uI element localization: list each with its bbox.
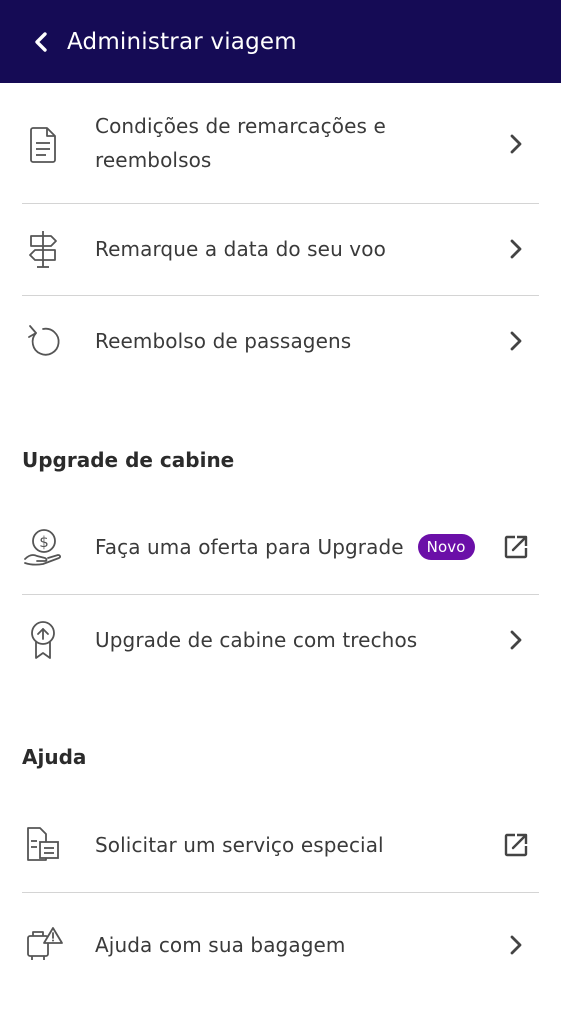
app-header: Administrar viagem bbox=[0, 0, 561, 83]
external-link-icon bbox=[501, 830, 531, 860]
divider bbox=[22, 594, 539, 595]
upgrade-ribbon-icon bbox=[22, 619, 64, 661]
back-button[interactable] bbox=[26, 27, 56, 57]
section-title-upgrade: Upgrade de cabine bbox=[22, 448, 235, 472]
list-item-label: Upgrade de cabine com trechos bbox=[95, 628, 418, 652]
special-service-icon bbox=[22, 824, 64, 866]
divider bbox=[22, 892, 539, 893]
list-item-label: Condições de remarcações e reembolsos bbox=[95, 114, 386, 172]
refund-arrow-icon bbox=[22, 320, 64, 362]
list-item-label: Reembolso de passagens bbox=[95, 329, 352, 353]
divider bbox=[22, 295, 539, 296]
external-link-icon bbox=[501, 532, 531, 562]
chevron-right-icon bbox=[501, 930, 531, 960]
list-item-label: Solicitar um serviço especial bbox=[95, 833, 384, 857]
list-item-baggage-help[interactable]: Ajuda com sua bagagem bbox=[0, 910, 561, 980]
chevron-right-icon bbox=[501, 625, 531, 655]
new-badge: Novo bbox=[417, 533, 475, 560]
list-item-label: Remarque a data do seu voo bbox=[95, 237, 386, 261]
chevron-right-icon bbox=[501, 234, 531, 264]
page-title: Administrar viagem bbox=[67, 28, 297, 55]
chevron-right-icon bbox=[501, 129, 531, 159]
divider bbox=[22, 203, 539, 204]
section-title-help: Ajuda bbox=[22, 745, 87, 769]
chevron-left-icon bbox=[32, 31, 50, 53]
list-item-label: Faça uma oferta para Upgrade Novo bbox=[95, 530, 475, 564]
svg-text:$: $ bbox=[39, 533, 49, 551]
list-item-label: Ajuda com sua bagagem bbox=[95, 933, 346, 957]
baggage-alert-icon bbox=[22, 924, 64, 966]
list-item-conditions[interactable]: Condições de remarcações e reembolsos bbox=[0, 105, 561, 185]
list-item-reschedule[interactable]: Remarque a data do seu voo bbox=[0, 214, 561, 284]
chevron-right-icon bbox=[501, 326, 531, 356]
list-item-upgrade-segments[interactable]: Upgrade de cabine com trechos bbox=[0, 605, 561, 675]
document-icon bbox=[22, 123, 64, 165]
signpost-icon bbox=[22, 228, 64, 270]
list-item-refund[interactable]: Reembolso de passagens bbox=[0, 306, 561, 376]
list-item-upgrade-offer[interactable]: $ Faça uma oferta para Upgrade Novo bbox=[0, 512, 561, 582]
dollar-hand-icon: $ bbox=[22, 526, 64, 568]
list-item-special-service[interactable]: Solicitar um serviço especial bbox=[0, 810, 561, 880]
